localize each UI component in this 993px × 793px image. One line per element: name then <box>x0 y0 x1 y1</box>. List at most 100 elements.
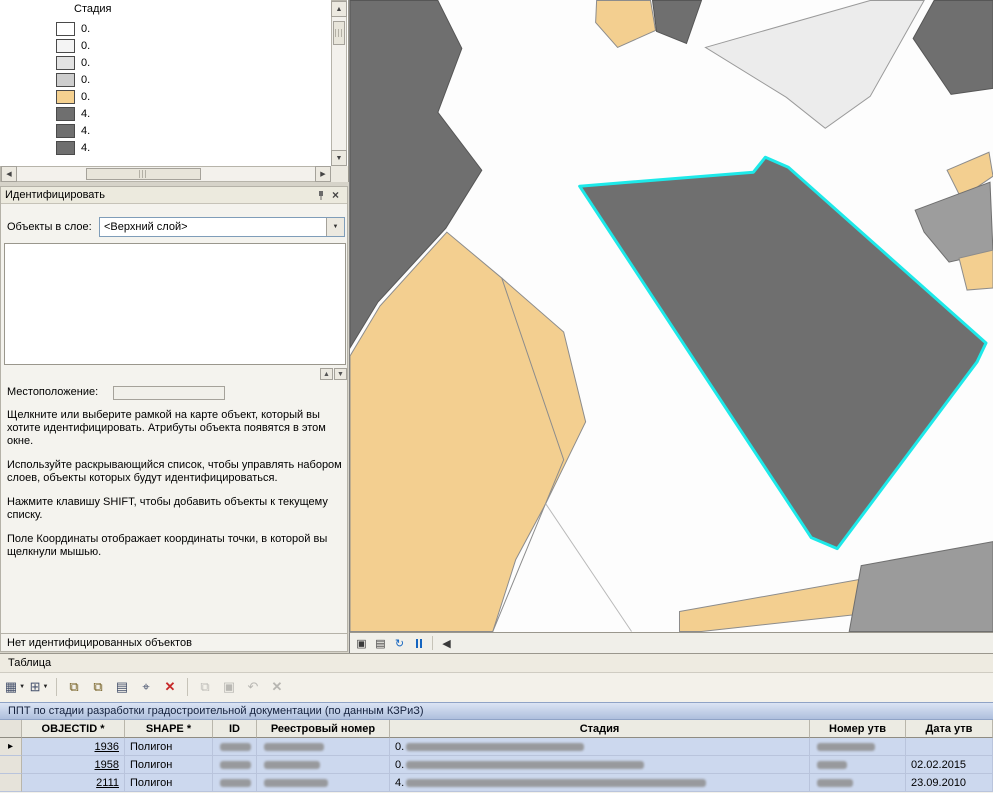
legend-item: 0. <box>56 38 90 53</box>
table-toolbar: ▦▼ ⊞▼ ⧉ ⧉ ▤ ⌖ ✕ ⧉ ▣ ↶ ✕ <box>0 672 993 702</box>
refresh-view-button[interactable]: ↻ <box>391 635 408 651</box>
legend-label: 4. <box>81 142 90 154</box>
legend-item: 4. <box>56 123 90 138</box>
legend-item: 0. <box>56 21 90 36</box>
scroll-right-button[interactable]: ▶ <box>315 166 331 182</box>
table-row[interactable]: 2111 Полигон 4. 23.09.2010 <box>0 774 993 792</box>
back-extent-button[interactable]: ◀ <box>438 635 455 651</box>
column-header[interactable]: ID <box>213 720 257 738</box>
legend-swatch <box>56 22 75 36</box>
identify-title: Идентифицировать <box>5 189 313 201</box>
horizontal-scroll-thumb[interactable] <box>86 168 201 180</box>
legend-label: 0. <box>81 74 90 86</box>
approval-number-redacted <box>810 756 906 774</box>
legend-title: Стадия <box>74 3 112 15</box>
row-selector[interactable]: ▸ <box>0 738 22 756</box>
data-view-button[interactable]: ▣ <box>353 635 370 651</box>
legend-swatch <box>56 107 75 121</box>
table-window-titlebar: Таблица <box>0 654 993 673</box>
arcmap-window: Стадия 0. 0. 0. 0. 0. 4. 4. 4. ▲ ▼ ◀ ▶ И… <box>0 0 993 793</box>
scroll-up-button[interactable]: ▲ <box>331 1 347 17</box>
identify-panel: Идентифицировать × Объекты в слое: <Верх… <box>0 186 348 652</box>
panel-mini-button-1[interactable]: ▲ <box>320 368 333 380</box>
layout-view-button[interactable]: ▤ <box>372 635 389 651</box>
column-header[interactable]: Номер утв <box>810 720 906 738</box>
legend-label: 4. <box>81 125 90 137</box>
clear-selection-button[interactable]: ▤ <box>111 676 133 698</box>
objectid-value: 2111 <box>96 777 119 789</box>
row-selector[interactable] <box>0 774 22 792</box>
pause-drawing-button[interactable] <box>410 635 427 651</box>
table-sheet-title: ППТ по стадии разработки градостроительн… <box>8 705 424 717</box>
toolbar-separator <box>56 678 57 696</box>
identify-results-list[interactable] <box>4 243 346 365</box>
registry-number-redacted <box>257 774 390 792</box>
undo-button: ↶ <box>242 676 264 698</box>
column-header[interactable]: Реестровый номер <box>257 720 390 738</box>
legend-swatch <box>56 56 75 70</box>
grid-header-row: OBJECTID * SHAPE * ID Реестровый номер С… <box>0 720 993 738</box>
zoom-to-selected-button[interactable]: ⌖ <box>135 676 157 698</box>
approval-date-value <box>906 738 993 756</box>
table-options-button[interactable]: ▦▼ <box>4 676 26 698</box>
attribute-grid: OBJECTID * SHAPE * ID Реестровый номер С… <box>0 720 993 793</box>
toc-legend-panel: Стадия 0. 0. 0. 0. 0. 4. 4. 4. ▲ ▼ ◀ ▶ <box>0 0 349 182</box>
id-value-redacted <box>213 738 257 756</box>
stage-value: 4. <box>390 774 810 792</box>
copy-button: ⧉ <box>194 676 216 698</box>
scroll-down-button[interactable]: ▼ <box>331 150 347 166</box>
scroll-left-button[interactable]: ◀ <box>1 166 17 182</box>
chevron-down-icon[interactable]: ▼ <box>326 218 344 236</box>
vertical-scroll-thumb[interactable] <box>333 21 345 45</box>
related-tables-button[interactable]: ⊞▼ <box>28 676 50 698</box>
legend-label: 0. <box>81 57 90 69</box>
select-by-attributes-button[interactable]: ⧉ <box>63 676 85 698</box>
column-header[interactable]: Стадия <box>390 720 810 738</box>
map-canvas[interactable] <box>350 0 993 632</box>
stage-value: 0. <box>390 756 810 774</box>
approval-number-redacted <box>810 738 906 756</box>
legend-item: 0. <box>56 55 90 70</box>
legend-item: 0. <box>56 89 90 104</box>
panel-mini-button-2[interactable]: ▼ <box>334 368 347 380</box>
close-icon[interactable]: × <box>328 188 343 202</box>
identify-help-text: Щелкните или выберите рамкой на карте об… <box>7 409 343 570</box>
id-value-redacted <box>213 756 257 774</box>
shape-value: Полигон <box>125 738 213 756</box>
toc-horizontal-scrollbar[interactable]: ◀ ▶ <box>0 166 331 182</box>
legend-swatch <box>56 124 75 138</box>
help-paragraph: Поле Координаты отображает координаты то… <box>7 533 343 559</box>
shape-value: Полигон <box>125 774 213 792</box>
identify-header: Идентифицировать × <box>1 187 347 204</box>
pin-icon[interactable] <box>313 188 328 202</box>
layer-select[interactable]: <Верхний слой> ▼ <box>99 217 345 237</box>
toc-vertical-scrollbar[interactable]: ▲ ▼ <box>331 0 347 166</box>
id-value-redacted <box>213 774 257 792</box>
delete-button: ✕ <box>266 676 288 698</box>
scrollbar-corner <box>331 166 348 182</box>
table-row[interactable]: ▸ 1936 Полигон 0. <box>0 738 993 756</box>
grid-corner-cell <box>0 720 22 738</box>
registry-number-redacted <box>257 756 390 774</box>
location-field[interactable] <box>113 386 225 400</box>
map-view[interactable] <box>349 0 993 632</box>
objectid-value: 1958 <box>95 759 119 771</box>
toolbar-separator <box>187 678 188 696</box>
help-paragraph: Нажмите клавишу SHIFT, чтобы добавить об… <box>7 496 343 522</box>
column-header[interactable]: Дата утв <box>906 720 993 738</box>
legend-label: 0. <box>81 23 90 35</box>
approval-date-value: 23.09.2010 <box>906 774 993 792</box>
switch-selection-button[interactable]: ⧉ <box>87 676 109 698</box>
row-selector[interactable] <box>0 756 22 774</box>
legend-item: 4. <box>56 140 90 155</box>
legend-label: 0. <box>81 40 90 52</box>
column-header[interactable]: SHAPE * <box>125 720 213 738</box>
legend-label: 4. <box>81 108 90 120</box>
toolbar-separator <box>432 636 433 650</box>
legend-item: 0. <box>56 72 90 87</box>
help-paragraph: Щелкните или выберите рамкой на карте об… <box>7 409 343 448</box>
table-row[interactable]: 1958 Полигон 0. 02.02.2015 <box>0 756 993 774</box>
column-header[interactable]: OBJECTID * <box>22 720 125 738</box>
delete-selected-button[interactable]: ✕ <box>159 676 181 698</box>
legend-swatch <box>56 73 75 87</box>
